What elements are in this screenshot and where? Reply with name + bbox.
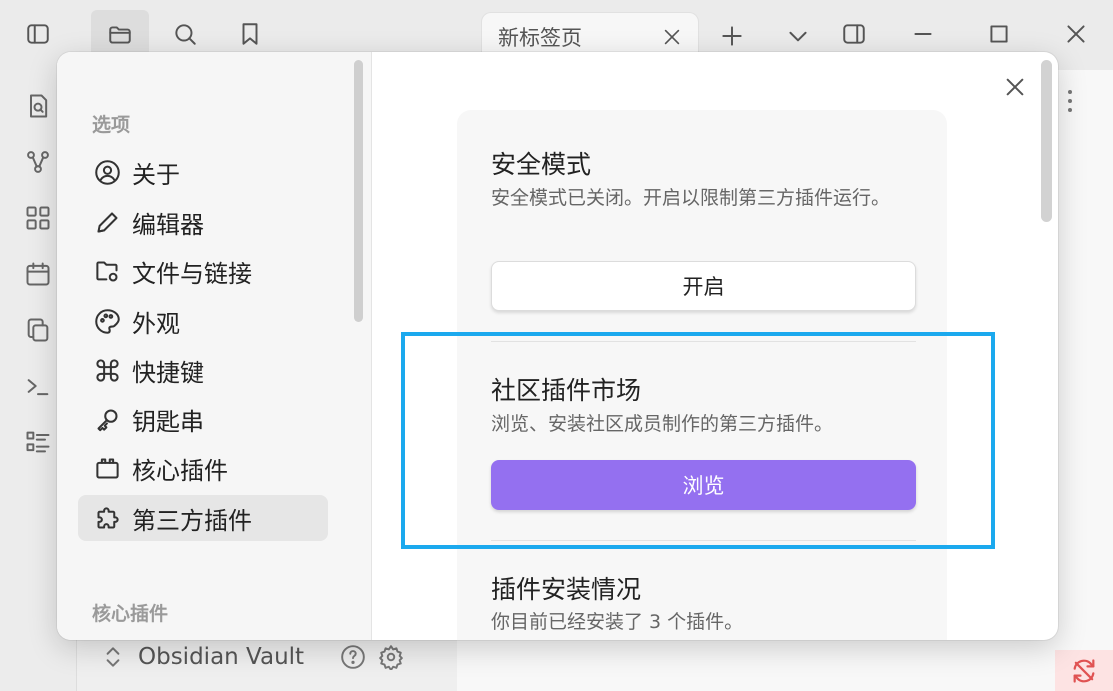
sidebar-item-keychain[interactable]: 钥匙串 [78,396,328,442]
highlight-box [401,332,995,549]
toggle-sidebar-icon[interactable] [20,16,56,52]
canvas-icon[interactable] [22,202,54,234]
maximize-icon[interactable] [981,16,1017,52]
close-window-icon[interactable] [1058,16,1094,52]
new-tab-icon[interactable] [714,18,750,54]
vault-switcher[interactable]: Obsidian Vault [100,640,404,674]
sidebar-item-about[interactable]: 关于 [78,149,328,195]
sidebar-item-label: 第三方插件 [132,506,252,535]
tab-title: 新标签页 [498,25,582,50]
installed-plugins-title: 插件安装情况 [491,575,642,604]
plugin-box-icon [90,451,124,485]
installed-plugins-description: 你目前已经安装了 3 个插件。 [491,611,744,633]
bookmark-icon[interactable] [232,16,268,52]
safe-mode-toggle-button[interactable]: 开启 [491,261,916,311]
sidebar-item-label: 关于 [132,160,180,189]
sidebar-item-label: 外观 [132,309,180,338]
puzzle-icon [90,501,124,535]
command-icon [90,353,124,387]
toggle-right-sidebar-icon[interactable] [836,16,872,52]
search-icon[interactable] [167,16,203,52]
sidebar-item-community-plugins[interactable]: 第三方插件 [78,495,328,541]
sidebar-heading-options: 选项 [92,114,131,136]
sidebar-item-files-links[interactable]: 文件与链接 [78,248,328,294]
calendar-icon[interactable] [22,258,54,290]
tab-close-icon[interactable] [654,19,690,55]
chevron-up-down-icon [106,647,120,667]
sidebar-item-appearance[interactable]: 外观 [78,298,328,344]
sync-status-badge[interactable] [1055,650,1113,691]
sidebar-scrollbar[interactable] [354,60,363,322]
search-file-icon[interactable] [22,90,54,122]
help-icon[interactable] [340,644,366,670]
pencil-icon [90,205,124,239]
safe-mode-title: 安全模式 [491,150,592,179]
sidebar-item-hotkeys[interactable]: 快捷键 [78,347,328,393]
list-icon[interactable] [22,426,54,458]
terminal-icon[interactable] [22,370,54,402]
settings-gear-icon[interactable] [378,644,404,670]
minimize-icon[interactable] [905,16,941,52]
copy-icon[interactable] [22,314,54,346]
content-scrollbar[interactable] [1041,60,1052,222]
sidebar-item-editor[interactable]: 编辑器 [78,199,328,245]
more-options-icon[interactable] [1064,88,1076,114]
palette-icon [90,304,124,338]
vault-name: Obsidian Vault [138,644,305,670]
key-icon [90,402,124,436]
graph-icon[interactable] [22,146,54,178]
sync-error-icon [1073,658,1095,683]
chevron-down-icon[interactable] [780,18,816,54]
settings-sidebar: 选项 关于 编辑器 文件与链接 外观 快捷键 钥匙串 核心插件 第三方插件 核心… [57,52,372,640]
sidebar-item-label: 核心插件 [132,456,228,485]
close-icon[interactable] [1000,72,1030,102]
sidebar-heading-core: 核心插件 [92,603,169,625]
sidebar-item-label: 快捷键 [132,358,204,387]
sidebar-item-core-plugins[interactable]: 核心插件 [78,445,328,491]
safe-mode-description: 安全模式已关闭。开启以限制第三方插件运行。 [491,187,891,209]
user-circle-icon [90,155,124,189]
sidebar-item-label: 钥匙串 [132,407,204,436]
sidebar-item-label: 文件与链接 [132,259,252,288]
folder-cog-icon [90,254,124,288]
sidebar-item-label: 编辑器 [132,210,204,239]
